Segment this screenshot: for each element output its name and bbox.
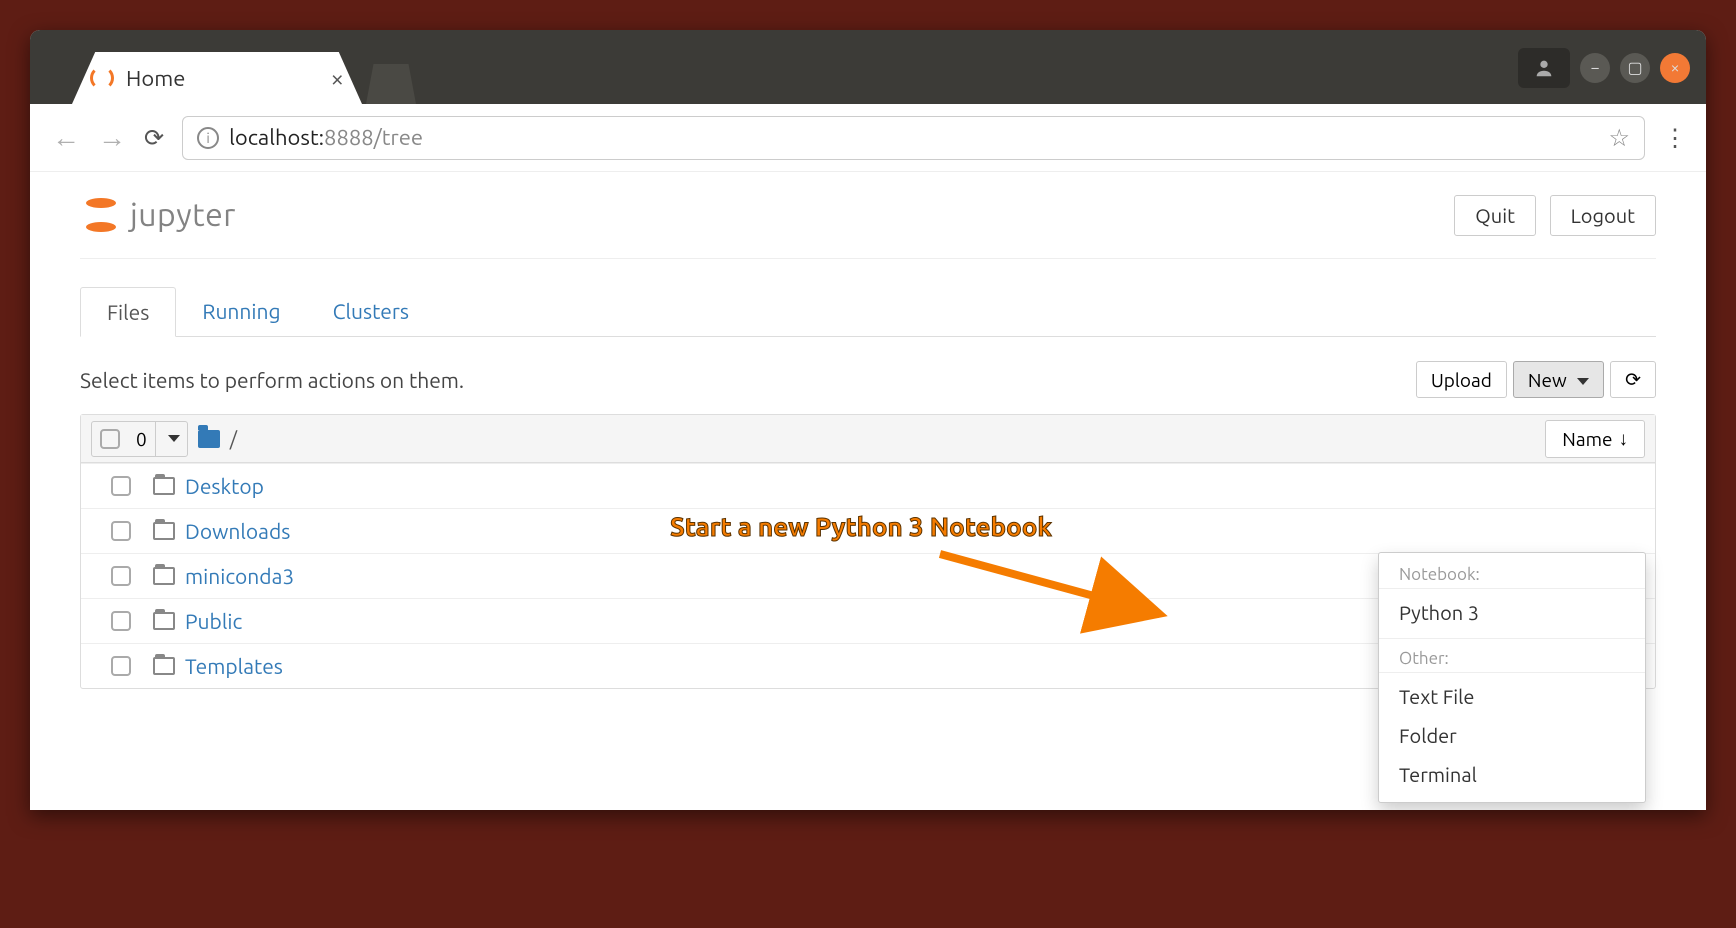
- checkbox-icon[interactable]: [111, 656, 131, 676]
- titlebar: Home × − ▢ ×: [30, 30, 1706, 104]
- maximize-button[interactable]: ▢: [1620, 53, 1650, 83]
- info-icon[interactable]: i: [197, 127, 219, 149]
- new-button[interactable]: New: [1513, 361, 1604, 398]
- bookmark-icon[interactable]: ☆: [1608, 124, 1630, 152]
- tab-running[interactable]: Running: [176, 287, 306, 336]
- selected-count: 0: [128, 428, 155, 450]
- caret-down-icon: [168, 435, 180, 442]
- item-name[interactable]: Public: [185, 609, 242, 633]
- browser-toolbar: ← → ⟳ i localhost:8888/tree ☆ ⋮: [30, 104, 1706, 172]
- logout-button[interactable]: Logout: [1550, 195, 1656, 236]
- checkbox-icon[interactable]: [111, 476, 131, 496]
- dropdown-section-notebook: Notebook:: [1379, 561, 1645, 589]
- browser-tab[interactable]: Home ×: [72, 52, 362, 104]
- refresh-icon: ⟳: [1625, 368, 1641, 390]
- list-item[interactable]: Desktop: [81, 463, 1655, 508]
- new-button-label: New: [1528, 369, 1567, 391]
- tab-files[interactable]: Files: [80, 287, 176, 337]
- new-dropdown: Notebook: Python 3 Other: Text File Fold…: [1378, 552, 1646, 803]
- quit-button[interactable]: Quit: [1454, 195, 1536, 236]
- dropdown-section-other: Other:: [1379, 645, 1645, 673]
- tab-title: Home: [126, 66, 318, 91]
- folder-icon: [153, 477, 175, 495]
- upload-button[interactable]: Upload: [1416, 361, 1507, 398]
- close-tab-icon[interactable]: ×: [330, 65, 344, 92]
- hint-text: Select items to perform actions on them.: [80, 368, 464, 392]
- item-name[interactable]: Desktop: [185, 474, 264, 498]
- close-window-button[interactable]: ×: [1660, 53, 1690, 83]
- profile-button[interactable]: [1518, 48, 1570, 88]
- reload-button[interactable]: ⟳: [144, 124, 164, 152]
- page-tabs: Files Running Clusters: [80, 287, 1656, 337]
- forward-button[interactable]: →: [98, 122, 126, 154]
- browser-window: Home × − ▢ × ← → ⟳ i localhost:8888/tree…: [30, 30, 1706, 810]
- window-controls: − ▢ ×: [1518, 48, 1690, 88]
- tab-clusters[interactable]: Clusters: [307, 287, 435, 336]
- refresh-button[interactable]: ⟳: [1610, 361, 1656, 398]
- minimize-button[interactable]: −: [1580, 53, 1610, 83]
- list-item[interactable]: Downloads: [81, 508, 1655, 553]
- folder-icon: [153, 612, 175, 630]
- actions-row: Select items to perform actions on them.…: [80, 337, 1656, 414]
- browser-menu-icon[interactable]: ⋮: [1663, 124, 1684, 152]
- page-header: jupyter Quit Logout: [80, 172, 1656, 259]
- jupyter-page: jupyter Quit Logout Files Running Cluste…: [30, 172, 1706, 689]
- item-name[interactable]: miniconda3: [185, 564, 294, 588]
- checkbox-icon[interactable]: [111, 611, 131, 631]
- jupyter-wordmark: jupyter: [130, 197, 236, 233]
- new-tab-button[interactable]: [366, 64, 416, 104]
- back-button[interactable]: ←: [52, 122, 80, 154]
- address-bar[interactable]: i localhost:8888/tree ☆: [182, 116, 1645, 160]
- new-text-file[interactable]: Text File: [1379, 677, 1645, 716]
- select-all[interactable]: 0: [91, 421, 188, 457]
- breadcrumb[interactable]: /: [230, 427, 237, 450]
- divider: [1379, 638, 1645, 639]
- folder-icon: [153, 657, 175, 675]
- checkbox-icon[interactable]: [111, 521, 131, 541]
- folder-icon: [153, 522, 175, 540]
- sort-arrow-icon: ↓: [1619, 427, 1629, 451]
- url-text: localhost:8888/tree: [229, 125, 423, 150]
- new-folder[interactable]: Folder: [1379, 716, 1645, 755]
- folder-icon: [153, 567, 175, 585]
- user-icon: [1533, 57, 1555, 79]
- new-python3-notebook[interactable]: Python 3: [1379, 593, 1645, 632]
- jupyter-favicon-icon: [90, 66, 114, 90]
- checkbox-icon: [100, 429, 120, 449]
- folder-icon: [198, 430, 220, 448]
- item-name[interactable]: Templates: [185, 654, 283, 678]
- checkbox-icon[interactable]: [111, 566, 131, 586]
- item-name[interactable]: Downloads: [185, 519, 290, 543]
- sort-label: Name: [1562, 428, 1612, 450]
- jupyter-logo[interactable]: jupyter: [80, 194, 236, 236]
- new-terminal[interactable]: Terminal: [1379, 755, 1645, 794]
- sort-by-name[interactable]: Name ↓: [1545, 420, 1645, 458]
- caret-down-icon: [1577, 378, 1589, 385]
- jupyter-mark-icon: [80, 194, 122, 236]
- list-header: 0 / Name ↓: [81, 415, 1655, 463]
